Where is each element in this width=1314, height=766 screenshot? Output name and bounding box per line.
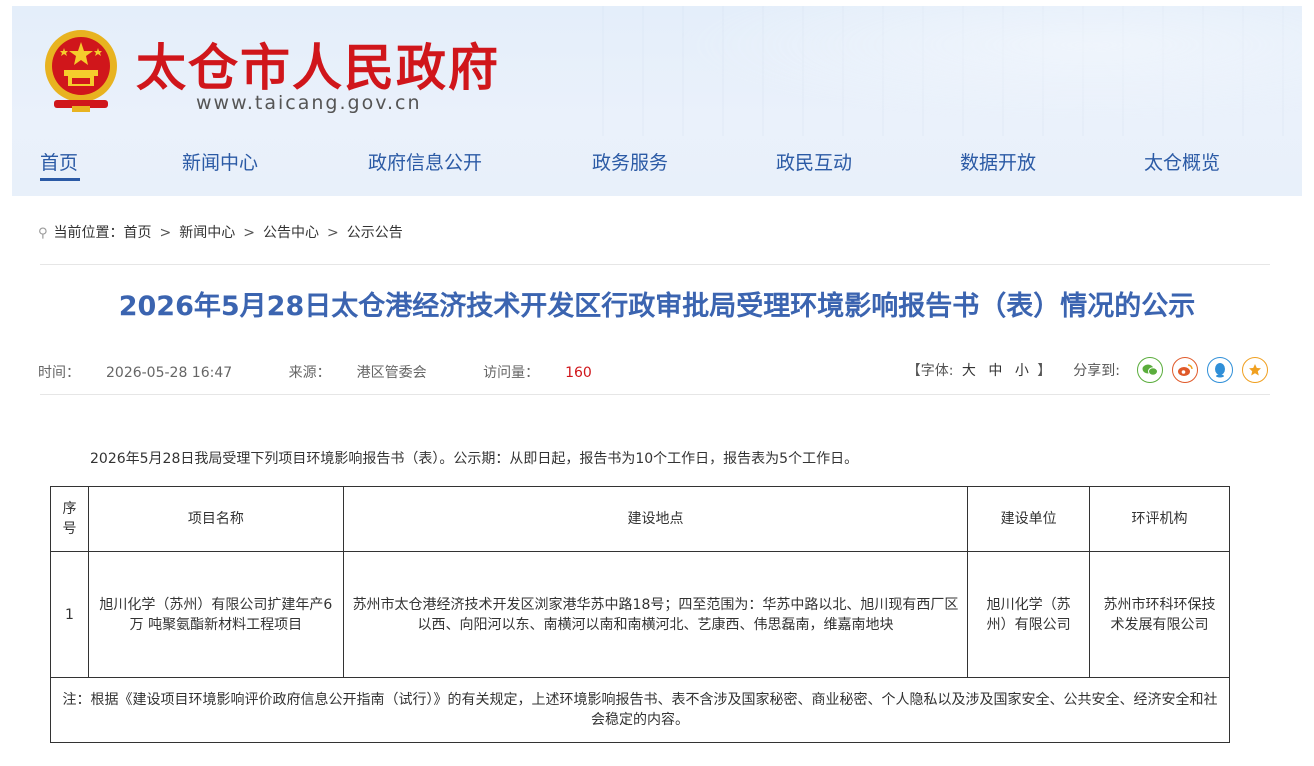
cell-eia-agency: 苏州市环科环保技术发展有限公司: [1089, 551, 1230, 678]
nav-item-home[interactable]: 首页: [40, 148, 78, 175]
divider: [40, 394, 1270, 395]
breadcrumb-item-announcements[interactable]: 公示公告: [347, 225, 403, 241]
header-no: 序号: [50, 486, 89, 552]
site-title[interactable]: 太仓市人民政府: [136, 28, 500, 100]
font-size-medium-button[interactable]: 中: [988, 363, 1002, 379]
site-url: www.taicang.gov.cn: [196, 92, 422, 114]
table-note-row: 注：根据《建设项目环境影响评价政府信息公开指南（试行）》的有关规定，上述环境影响…: [50, 677, 1230, 743]
article-title: 2026年5月28日太仓港经济技术开发区行政审批局受理环境影响报告书（表）情况的…: [118, 291, 1196, 322]
breadcrumb-prefix: 当前位置：: [53, 225, 124, 241]
page: 太仓市人民政府 www.taicang.gov.cn 首页 新闻中心 政府信息公…: [0, 0, 1314, 766]
header-eia-agency: 环评机构: [1089, 486, 1230, 552]
nav-item-gov-info[interactable]: 政府信息公开: [368, 148, 482, 175]
breadcrumb-item-home[interactable]: 首页: [124, 225, 152, 241]
qq-icon[interactable]: [1207, 357, 1233, 383]
nav-item-overview[interactable]: 太仓概览: [1144, 148, 1220, 175]
font-size-large-button[interactable]: 大: [962, 363, 976, 379]
breadcrumb-item-notices[interactable]: 公告中心: [263, 225, 319, 241]
main-nav: 首页 新闻中心 政府信息公开 政务服务 政民互动 数据开放 太仓概览: [12, 144, 1302, 188]
divider: [40, 264, 1270, 265]
publish-time: 时间： 2026-05-28 16:47: [38, 365, 233, 381]
nav-item-services[interactable]: 政务服务: [592, 148, 668, 175]
header-location: 建设地点: [342, 486, 969, 552]
visit-count: 访问量： 160: [483, 365, 592, 381]
header-project-name: 项目名称: [87, 486, 344, 552]
project-table: 序号 项目名称 建设地点 建设单位 环评机构 1 旭川化学（苏州）有限公司扩建年…: [50, 486, 1230, 743]
cell-project-name: 旭川化学（苏州）有限公司扩建年产6万 吨聚氨酯新材料工程项目: [87, 551, 344, 678]
article-source: 来源： 港区管委会: [288, 365, 427, 381]
content-area: ⚲ 当前位置：首页 > 新闻中心 > 公告中心 > 公示公告 2026年5月28日太仓港经济技…: [12, 196, 1302, 766]
share-label: 分享到:: [1073, 363, 1120, 379]
cell-no: 1: [50, 551, 89, 678]
article-meta: 时间： 2026-05-28 16:47 来源： 港区管委会 访问量： 160: [38, 362, 644, 382]
nav-item-interaction[interactable]: 政民互动: [776, 148, 852, 175]
nav-active-indicator: [40, 178, 80, 181]
site-header: 太仓市人民政府 www.taicang.gov.cn 首页 新闻中心 政府信息公…: [12, 6, 1302, 196]
breadcrumb-separator: >: [327, 225, 339, 241]
table-row: 1 旭川化学（苏州）有限公司扩建年产6万 吨聚氨酯新材料工程项目 苏州市太仓港经…: [50, 551, 1230, 678]
breadcrumb-separator: >: [159, 225, 172, 241]
font-size-control: 【字体: 大 中 小 】: [906, 363, 1052, 379]
table-header-row: 序号 项目名称 建设地点 建设单位 环评机构: [50, 486, 1230, 552]
nav-item-news[interactable]: 新闻中心: [182, 148, 258, 175]
breadcrumb-separator: >: [243, 225, 255, 241]
weibo-icon[interactable]: [1172, 357, 1198, 383]
breadcrumb: ⚲ 当前位置：首页 > 新闻中心 > 公告中心 > 公示公告: [38, 222, 403, 242]
table-note: 注：根据《建设项目环境影响评价政府信息公开指南（试行）》的有关规定，上述环境影响…: [50, 677, 1230, 743]
wechat-icon[interactable]: [1137, 357, 1163, 383]
cell-builder: 旭川化学（苏州）有限公司: [967, 551, 1091, 678]
article-intro: 2026年5月28日我局受理下列项目环境影响报告书（表）。公示期：从即日起，报告…: [90, 451, 859, 467]
national-emblem-icon[interactable]: [42, 26, 120, 114]
article-tools: 【字体: 大 中 小 】 分享到:: [907, 354, 1268, 386]
header-builder: 建设单位: [967, 486, 1091, 552]
favorite-icon[interactable]: [1242, 357, 1268, 383]
cell-location: 苏州市太仓港经济技术开发区浏家港华苏中路18号；四至范围为：华苏中路以北、旭川现…: [342, 551, 969, 678]
font-size-small-button[interactable]: 小: [1015, 363, 1029, 379]
location-pin-icon: ⚲: [38, 226, 48, 241]
nav-item-open-data[interactable]: 数据开放: [960, 148, 1036, 175]
breadcrumb-item-news[interactable]: 新闻中心: [179, 225, 235, 241]
